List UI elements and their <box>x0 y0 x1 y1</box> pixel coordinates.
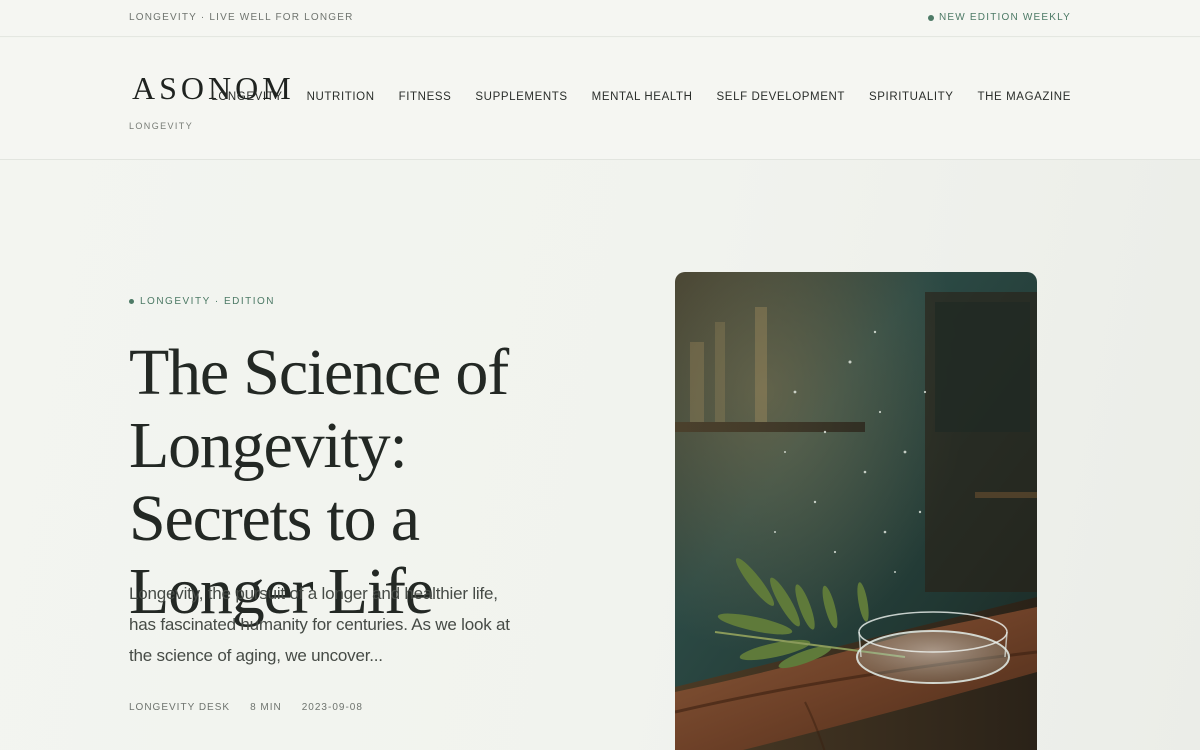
nav-item-longevity[interactable]: LONGEVITY <box>211 91 282 103</box>
nav-item-fitness[interactable]: FITNESS <box>399 91 452 103</box>
article-kicker: LONGEVITY · EDITION <box>129 296 275 307</box>
article-date: 2023-09-08 <box>301 702 363 713</box>
main-nav: LONGEVITY NUTRITION FITNESS SUPPLEMENTS … <box>211 91 1071 103</box>
hero-image[interactable] <box>675 272 1037 750</box>
olive-branch-glass-dish-icon <box>675 272 1037 750</box>
nav-item-self-development[interactable]: SELF DEVELOPMENT <box>717 91 845 103</box>
kicker-dot-icon <box>129 299 134 304</box>
new-edition-label: NEW EDITION WEEKLY <box>939 12 1071 23</box>
nav-item-nutrition[interactable]: NUTRITION <box>307 91 375 103</box>
article-author: LONGEVITY DESK <box>129 702 231 713</box>
nav-item-mental-health[interactable]: MENTAL HEALTH <box>592 91 693 103</box>
article-meta: LONGEVITY DESK 8 MIN 2023-09-08 <box>129 702 363 713</box>
status-dot-icon <box>928 14 935 21</box>
hero-section: LONGEVITY · EDITION The Science of Longe… <box>0 160 1200 750</box>
nav-item-supplements[interactable]: SUPPLEMENTS <box>475 91 567 103</box>
site-header: ASONOM LONGEVITY LONGEVITY NUTRITION FIT… <box>0 38 1200 160</box>
nav-item-the-magazine[interactable]: THE MAGAZINE <box>978 91 1071 103</box>
kicker-label: LONGEVITY · EDITION <box>140 296 275 307</box>
new-edition-link[interactable]: NEW EDITION WEEKLY <box>928 12 1071 23</box>
top-bar: LONGEVITY · LIVE WELL FOR LONGER NEW EDI… <box>0 0 1200 37</box>
article-read-time: 8 MIN <box>250 702 282 713</box>
site-tagline: LONGEVITY · LIVE WELL FOR LONGER <box>129 12 354 23</box>
nav-item-spirituality[interactable]: SPIRITUALITY <box>869 91 954 103</box>
article-excerpt: Longevity, the pursuit of a longer and h… <box>129 584 510 665</box>
logo-subtitle: LONGEVITY <box>129 121 194 131</box>
